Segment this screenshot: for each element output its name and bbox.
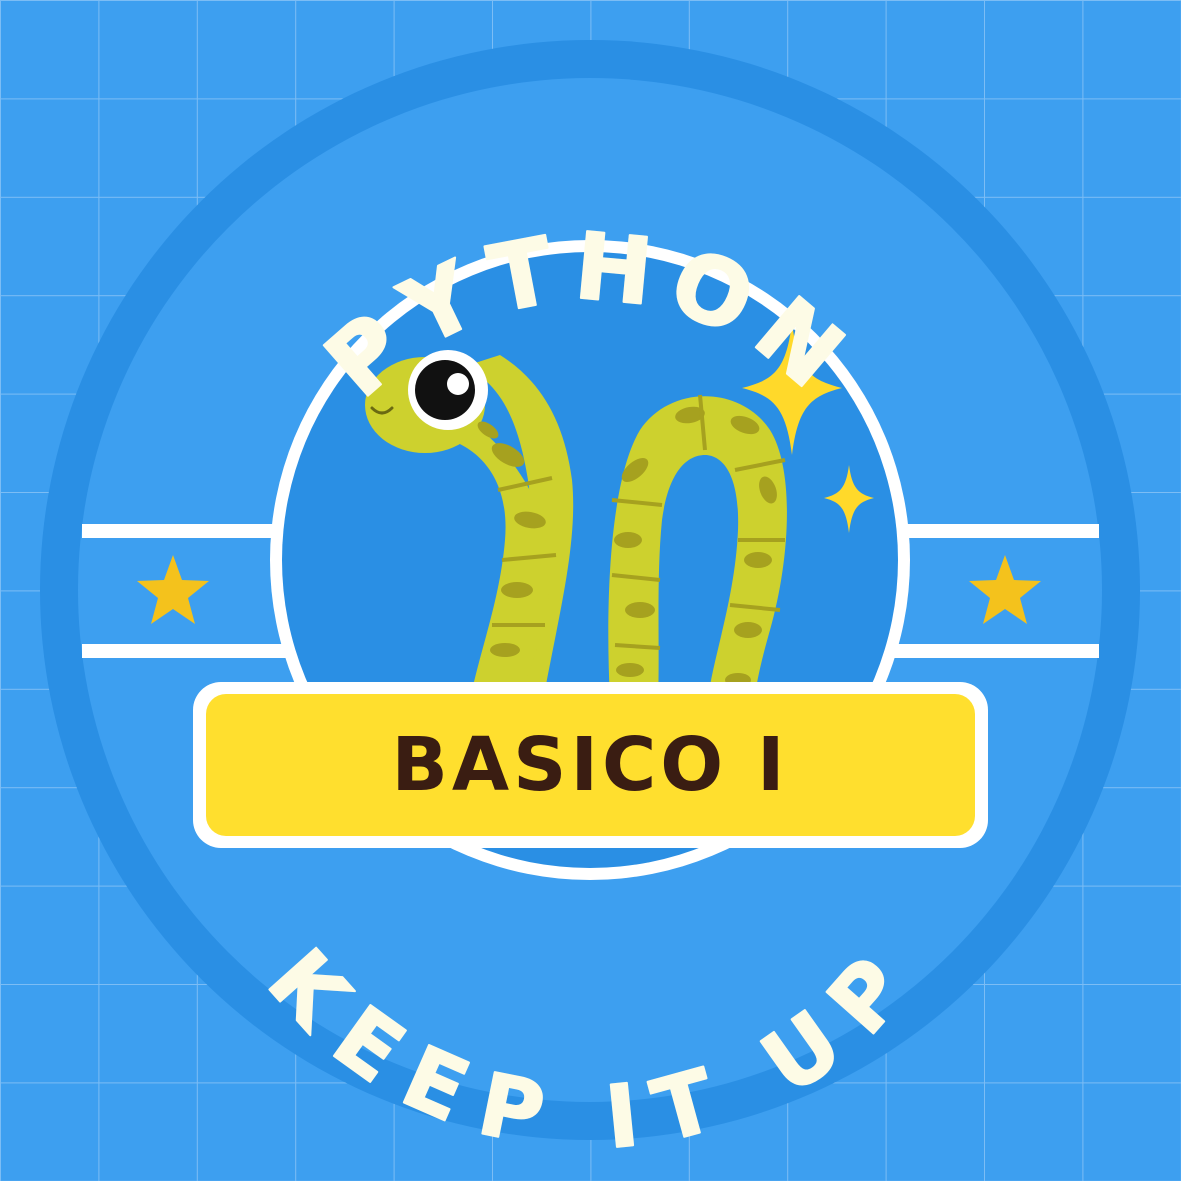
banner-label: BASICO I bbox=[391, 722, 788, 808]
level-banner: BASICO I bbox=[193, 682, 988, 848]
python-badge: BASICO I PYTHON KEEP IT UP bbox=[0, 0, 1181, 1181]
badge-graphic: BASICO I PYTHON KEEP IT UP bbox=[0, 0, 1181, 1181]
